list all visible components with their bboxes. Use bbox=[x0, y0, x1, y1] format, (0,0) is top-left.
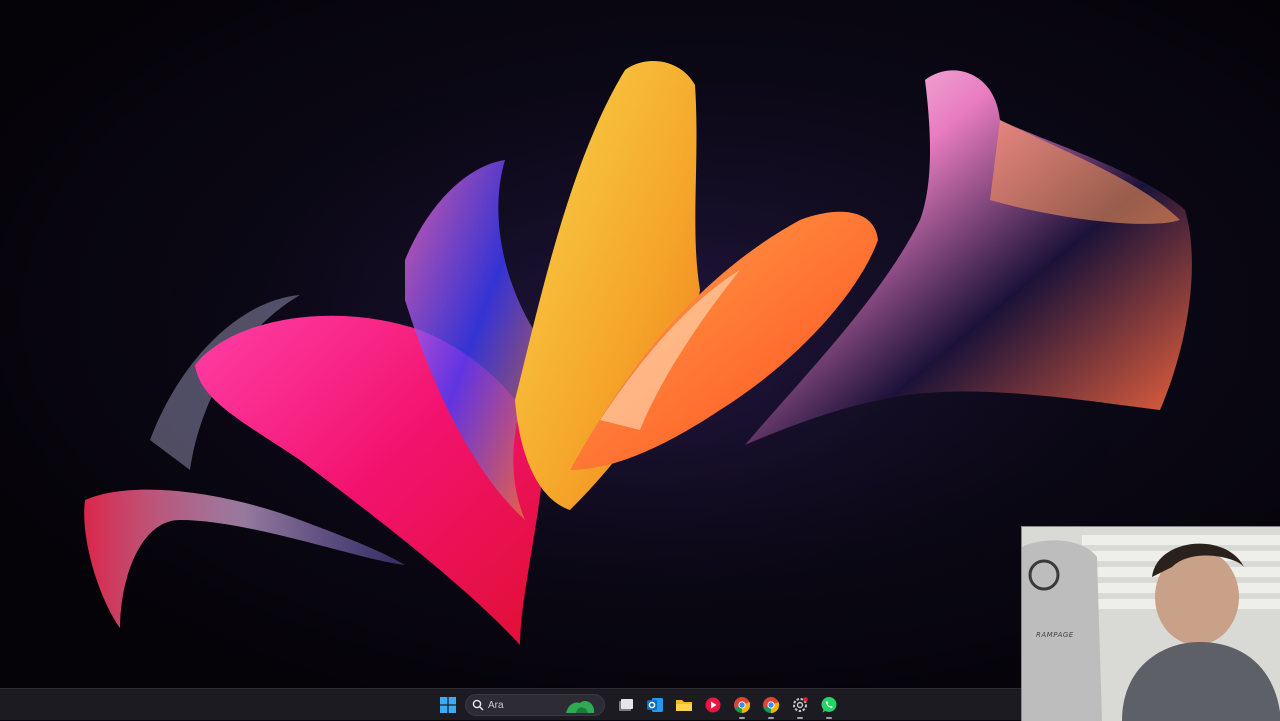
chrome-profile-2-button[interactable] bbox=[759, 693, 783, 719]
chair-brand-label: RAMPAGE bbox=[1036, 631, 1074, 639]
file-explorer-button[interactable] bbox=[672, 693, 696, 717]
chrome-icon bbox=[763, 697, 780, 714]
gear-icon bbox=[793, 697, 808, 712]
whatsapp-icon bbox=[821, 697, 837, 713]
task-view-icon bbox=[619, 699, 633, 711]
outlook-icon bbox=[647, 698, 663, 712]
chrome-button[interactable] bbox=[730, 693, 754, 719]
search-highlight-icon bbox=[566, 701, 594, 713]
search-icon bbox=[472, 699, 484, 711]
search-placeholder: Ara bbox=[488, 699, 504, 711]
outlook-button[interactable] bbox=[643, 693, 667, 717]
gear-app-button[interactable] bbox=[788, 693, 812, 719]
media-player-button[interactable] bbox=[701, 693, 725, 717]
chrome-icon bbox=[734, 697, 751, 714]
start-button[interactable] bbox=[436, 693, 460, 717]
taskbar-apps: Ara bbox=[436, 692, 841, 719]
webcam-overlay: RAMPAGE bbox=[1021, 526, 1280, 721]
task-view-button[interactable] bbox=[614, 693, 638, 717]
search-box[interactable]: Ara bbox=[465, 694, 605, 716]
folder-icon bbox=[676, 700, 692, 711]
media-player-icon bbox=[705, 697, 721, 713]
windows-logo-icon bbox=[440, 697, 456, 713]
webcam-feed bbox=[1022, 527, 1280, 721]
whatsapp-button[interactable] bbox=[817, 693, 841, 719]
